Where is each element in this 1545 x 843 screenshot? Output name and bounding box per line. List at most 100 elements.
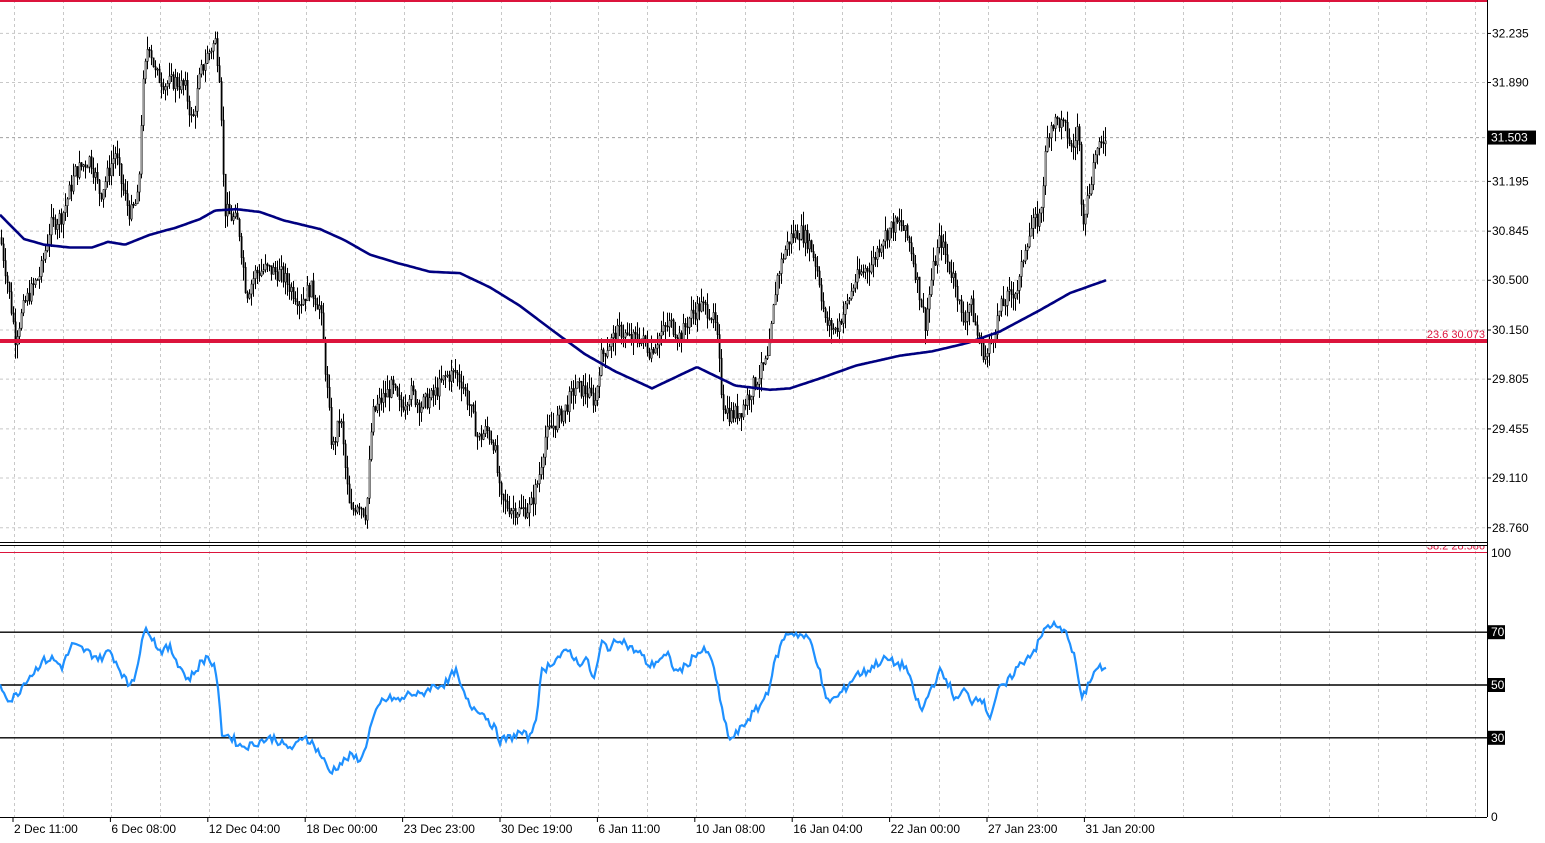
candle [568, 386, 571, 423]
candle [612, 325, 615, 352]
candle [752, 375, 755, 405]
candle [1088, 183, 1091, 199]
candle [886, 228, 889, 249]
candle [1064, 119, 1067, 132]
candle [602, 347, 605, 363]
candle [180, 70, 183, 94]
candle [482, 429, 485, 441]
candle [972, 290, 975, 323]
candle [508, 495, 511, 518]
candle [784, 245, 787, 260]
y-tick-label: 32.235 [1492, 26, 1529, 40]
candle [322, 302, 325, 342]
candle [662, 311, 665, 336]
candle [12, 306, 15, 325]
candle [724, 405, 727, 415]
candle [582, 375, 585, 407]
candle [412, 380, 415, 396]
candle [216, 31, 219, 73]
candle [1094, 150, 1097, 169]
candle [254, 265, 257, 290]
candle [1050, 121, 1053, 151]
candle [328, 374, 331, 411]
candle [98, 178, 101, 207]
candle [354, 505, 357, 516]
candle [1022, 259, 1025, 268]
candle [94, 167, 97, 191]
candle [838, 313, 841, 344]
candle [692, 299, 695, 325]
candle [920, 298, 923, 308]
candle [312, 272, 315, 308]
candle [1018, 274, 1021, 304]
candle [944, 231, 947, 265]
candle [456, 370, 459, 387]
candle [600, 338, 603, 377]
candle [134, 199, 137, 206]
candle [388, 380, 391, 412]
x-tick-label: 12 Dec 04:00 [209, 822, 281, 836]
candle [438, 369, 441, 410]
candle [1060, 110, 1063, 140]
candle [278, 258, 281, 282]
candle [350, 488, 353, 510]
candle [584, 373, 587, 405]
candle [112, 144, 115, 177]
candle [870, 250, 873, 275]
candle [848, 296, 851, 305]
candle [492, 439, 495, 455]
candle [360, 506, 363, 519]
candle [930, 268, 933, 297]
candle [852, 284, 855, 297]
candle [892, 213, 895, 242]
candle [448, 370, 451, 391]
candle [476, 431, 479, 450]
candle [1066, 111, 1069, 149]
candle [426, 387, 429, 410]
candle [690, 296, 693, 327]
candle [742, 399, 745, 421]
candle [684, 318, 687, 336]
candle [420, 401, 423, 422]
candle [382, 380, 385, 413]
y-tick-label: 29.805 [1492, 372, 1529, 386]
candle [378, 387, 381, 417]
candle [622, 324, 625, 348]
candle [136, 184, 139, 205]
candle [642, 327, 645, 349]
candle [178, 73, 181, 99]
candle [366, 497, 369, 529]
candle [152, 57, 155, 68]
x-tick-label: 18 Dec 00:00 [306, 822, 378, 836]
osc-y-tick-label: 50 [1491, 678, 1505, 692]
candle [1040, 206, 1043, 223]
candle [1082, 199, 1085, 231]
candle [844, 300, 847, 329]
candle [338, 409, 341, 438]
candle [308, 282, 311, 302]
candle [904, 225, 907, 243]
candle [932, 247, 935, 286]
candle [564, 404, 567, 424]
candle [686, 316, 689, 341]
candle [598, 367, 601, 398]
candle [702, 296, 705, 312]
candle [876, 245, 879, 268]
candle [478, 432, 481, 441]
candle [790, 224, 793, 254]
candle [934, 255, 937, 267]
candle [860, 264, 863, 276]
candle [974, 313, 977, 326]
candle [320, 301, 323, 326]
candle [890, 221, 893, 239]
candle [592, 384, 595, 413]
candle [970, 295, 973, 316]
candle [400, 392, 403, 417]
candle [896, 216, 899, 224]
candle [1104, 127, 1107, 157]
candle [468, 390, 471, 417]
candle [814, 253, 817, 280]
candle [120, 163, 123, 198]
candle [522, 495, 525, 517]
candle [454, 358, 457, 379]
